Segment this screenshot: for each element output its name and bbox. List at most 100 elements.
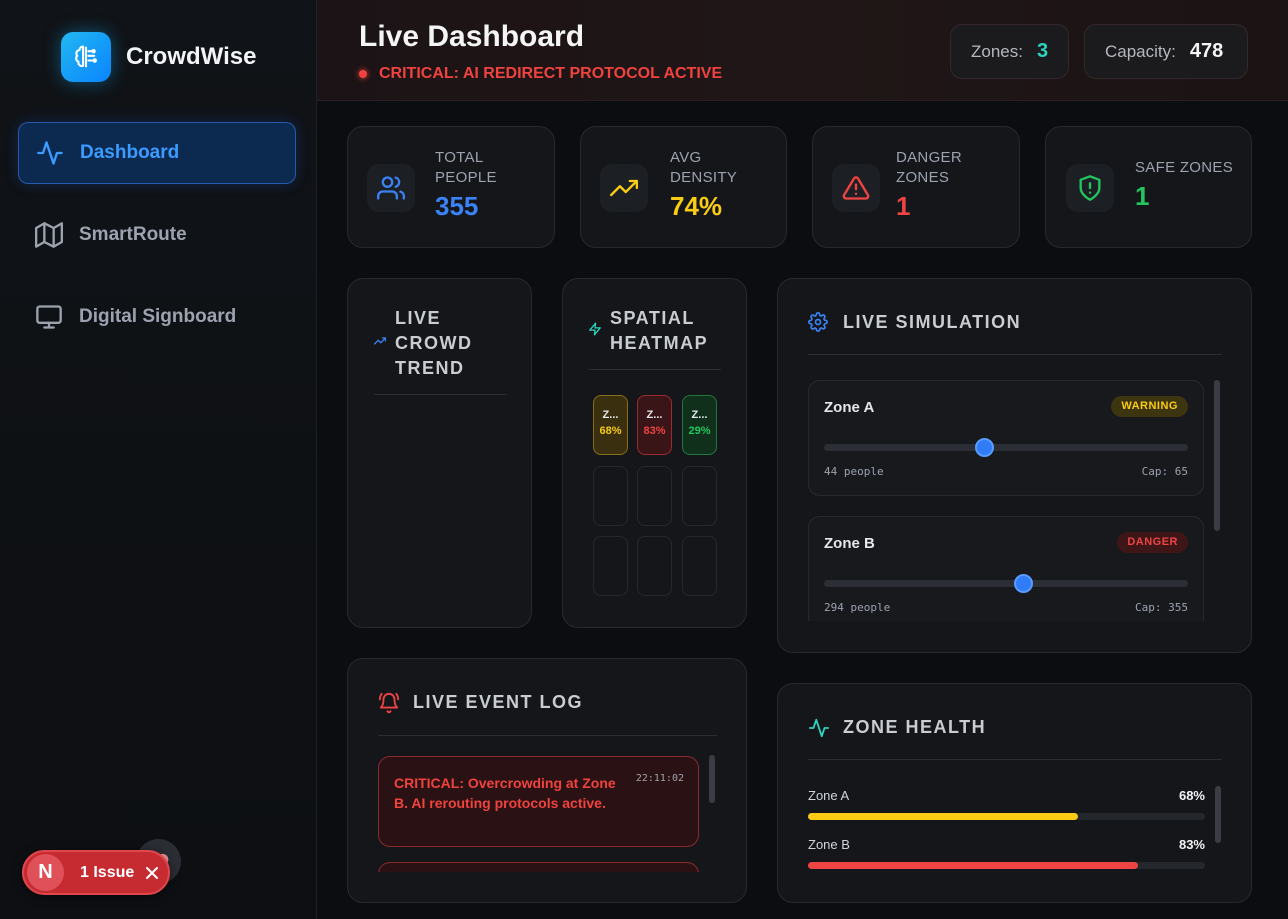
panel-title: LIVE EVENT LOG — [413, 692, 584, 712]
sidebar-item-label: SmartRoute — [79, 224, 187, 245]
divider — [378, 735, 717, 736]
brand-name: CrowdWise — [126, 43, 257, 70]
event-list-clip — [378, 872, 718, 902]
critical-alert: CRITICAL: AI REDIRECT PROTOCOL ACTIVE — [359, 65, 722, 83]
page-title: Live Dashboard — [359, 20, 585, 53]
divider — [808, 759, 1222, 760]
sidebar-item-smartroute[interactable]: SmartRoute — [18, 204, 296, 266]
bell-ring-icon — [378, 692, 400, 719]
crowd-trend-panel: LIVE CROWD TREND — [347, 278, 532, 628]
zones-value: 3 — [1036, 40, 1049, 62]
zone-health-panel: ZONE HEALTH Zone A 68% Zone B 83% — [777, 683, 1252, 903]
event-time: 22:11:02 — [635, 773, 684, 784]
zone-name: Zone A — [824, 399, 875, 416]
alert-dot — [359, 70, 367, 78]
zone-capacity: Cap: 355 — [1135, 601, 1188, 614]
stat-card-total-people: TOTAL PEOPLE 355 — [347, 126, 555, 248]
trending-up-icon — [600, 164, 648, 212]
panel-title: LIVE CROWD TREND — [395, 308, 473, 378]
stat-label: DANGER ZONES — [896, 149, 962, 186]
stat-value: 355 — [435, 191, 479, 221]
event-item: CRITICAL: Overcrowding at Zone B. AI rer… — [378, 756, 699, 847]
stat-card-danger-zones: DANGER ZONES 1 — [812, 126, 1020, 248]
activity-icon — [35, 138, 65, 168]
zones-chip: Zones: 3 — [950, 24, 1069, 79]
trending-up-icon — [373, 334, 387, 352]
close-icon[interactable] — [144, 865, 160, 881]
nextjs-logo: N — [27, 854, 64, 891]
top-header: Live Dashboard CRITICAL: AI REDIRECT PRO… — [317, 0, 1288, 101]
activity-icon — [808, 717, 830, 744]
stat-label: SAFE ZONES — [1135, 159, 1234, 176]
health-percent: 83% — [1178, 837, 1205, 852]
stat-value: 1 — [896, 191, 911, 221]
capacity-label: Capacity: — [1105, 41, 1176, 61]
health-bar-fill — [808, 813, 1078, 820]
heatmap-cell[interactable]: Z... 83% — [637, 395, 672, 455]
sidebar-item-dashboard[interactable]: Dashboard — [18, 122, 296, 184]
stat-card-avg-density: AVG DENSITY 74% — [580, 126, 787, 248]
sidebar-item-label: Digital Signboard — [79, 306, 237, 327]
stat-value: 74% — [670, 191, 723, 221]
settings-icon — [808, 312, 828, 337]
heatmap-cell-empty — [682, 466, 717, 526]
heatmap-cell-empty — [593, 466, 628, 526]
panel-title: ZONE HEALTH — [843, 717, 987, 737]
heatmap-cell[interactable]: Z... 29% — [682, 395, 717, 455]
sidebar-item-label: Dashboard — [80, 142, 180, 163]
zone-people: 44 people — [824, 465, 884, 478]
users-icon — [367, 164, 415, 212]
heatmap-cell-empty — [682, 536, 717, 596]
stat-value: 1 — [1135, 181, 1150, 211]
sidebar: CrowdWise Dashboard SmartRoute Digital S… — [0, 0, 317, 919]
health-bar — [808, 862, 1205, 869]
heatmap-cell-empty — [637, 536, 672, 596]
brand[interactable]: CrowdWise — [61, 32, 256, 82]
alert-triangle-icon — [832, 164, 880, 212]
map-icon — [34, 220, 64, 250]
event-log-panel: LIVE EVENT LOG CRITICAL: Overcrowding at… — [347, 658, 747, 903]
issue-count: 1 Issue — [80, 863, 135, 881]
stat-label: TOTAL PEOPLE — [435, 149, 497, 186]
zone-capacity: Cap: 65 — [1141, 465, 1188, 478]
health-zone-name: Zone A — [808, 788, 850, 803]
health-percent: 68% — [1178, 788, 1205, 803]
issue-badge[interactable]: N 1 Issue — [22, 850, 170, 895]
zap-icon — [588, 322, 602, 341]
scrollbar[interactable] — [709, 755, 715, 803]
zone-control-card: Zone A WARNING 44 people Cap: 65 — [808, 380, 1204, 496]
live-simulation-panel: LIVE SIMULATION Zone A WARNING 44 people… — [777, 278, 1252, 653]
zone-name: Zone B — [824, 535, 875, 552]
heatmap-cell[interactable]: Z... 68% — [593, 395, 628, 455]
health-bar — [808, 813, 1205, 820]
alert-text: CRITICAL: AI REDIRECT PROTOCOL ACTIVE — [379, 65, 723, 82]
brain-icon — [61, 32, 111, 82]
sidebar-item-digital-signboard[interactable]: Digital Signboard — [18, 286, 296, 348]
divider — [588, 369, 721, 370]
health-bar-fill — [808, 862, 1138, 869]
event-message: CRITICAL: Overcrowding at Zone B. AI rer… — [394, 775, 616, 811]
capacity-value: 478 — [1189, 40, 1224, 62]
zone-control-card: Zone B DANGER 294 people Cap: 355 — [808, 516, 1204, 621]
divider — [374, 394, 507, 395]
heatmap-cell-empty — [637, 466, 672, 526]
slider-thumb[interactable] — [1014, 574, 1034, 593]
scrollbar[interactable] — [1214, 380, 1220, 531]
panel-title: LIVE SIMULATION — [843, 312, 1022, 332]
scrollbar[interactable] — [1215, 786, 1221, 843]
stat-label: AVG DENSITY — [670, 149, 738, 186]
occupancy-slider[interactable] — [824, 574, 1188, 593]
stat-card-safe-zones: SAFE ZONES 1 — [1045, 126, 1252, 248]
occupancy-slider[interactable] — [824, 438, 1188, 457]
divider — [808, 354, 1222, 355]
status-badge: DANGER — [1117, 532, 1188, 553]
simulation-list[interactable]: Zone A WARNING 44 people Cap: 65 Zone B … — [778, 380, 1251, 621]
zones-label: Zones: — [971, 41, 1023, 61]
heatmap-cell-empty — [593, 536, 628, 596]
spatial-heatmap-panel: SPATIAL HEATMAP Z... 68% Z... 83% Z... 29… — [562, 278, 747, 628]
zone-people: 294 people — [824, 601, 891, 614]
monitor-icon — [34, 302, 64, 332]
shield-alert-icon — [1066, 164, 1114, 212]
capacity-chip: Capacity: 478 — [1084, 24, 1248, 79]
slider-thumb[interactable] — [975, 438, 995, 457]
